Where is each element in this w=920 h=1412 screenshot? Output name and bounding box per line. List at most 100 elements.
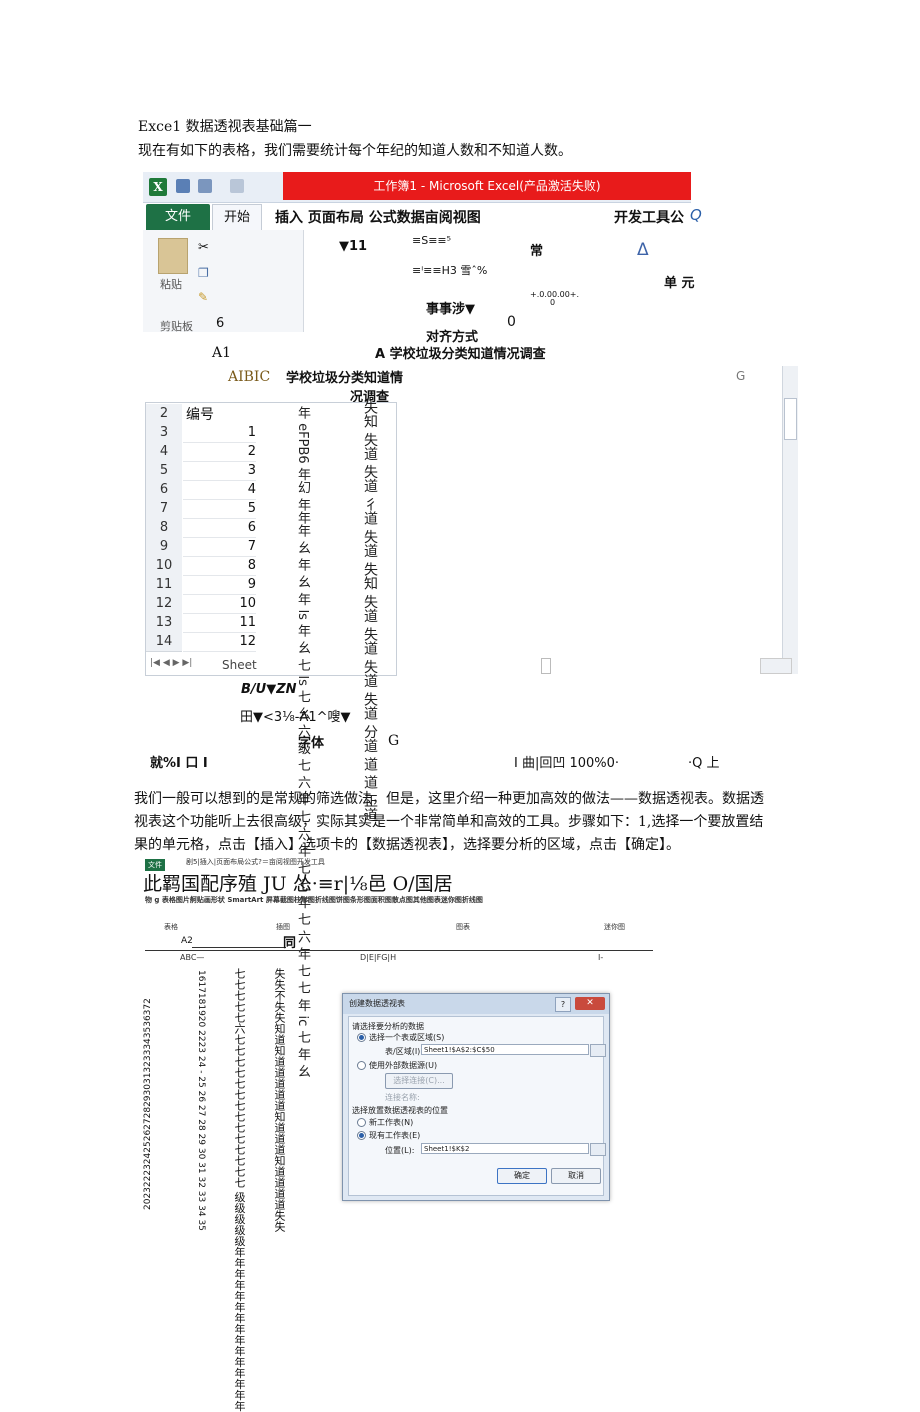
insert-ribbon-icons[interactable]: 此羁国配序殖 JU 怂·≡r|⅛邑 O/国居 (143, 869, 453, 896)
location-picker-icon[interactable] (590, 1143, 606, 1156)
row-header[interactable]: 3 (146, 423, 182, 443)
number-format-label[interactable]: 常 (530, 240, 543, 259)
sheet-title-cell: 学校垃圾分类知道情 (286, 371, 404, 386)
formula-bar[interactable]: A 学校垃圾分类知道情况调查 (375, 343, 546, 362)
name-box[interactable]: A1 (212, 343, 231, 363)
radio-select-range[interactable] (357, 1033, 366, 1042)
row-header[interactable]: 7 (146, 499, 182, 519)
font-group-g: G (388, 733, 400, 749)
range-picker-icon[interactable] (590, 1044, 606, 1057)
number-cell[interactable]: 7 (183, 537, 256, 557)
border-fill-buttons[interactable]: 田▼<3⅛-A1^嗖▼ (240, 706, 351, 725)
radio-existing-sheet[interactable] (357, 1131, 366, 1140)
format-painter-icon[interactable]: ✎ (198, 290, 208, 304)
grade-column-text: 年 eFPB6 年幻 年年年 幺 年 幺 年 ls 年 幺 七 ls 七 幺 六… (295, 406, 310, 1078)
row-header[interactable]: 5 (146, 461, 182, 481)
help-icon[interactable]: Q (690, 206, 702, 224)
divider-line (145, 950, 653, 951)
ok-button[interactable]: 确定 (497, 1168, 547, 1184)
formula-bar-2[interactable]: 同 (283, 932, 296, 951)
number-cell[interactable]: 12 (183, 632, 256, 652)
font-group-label: 字体 (298, 736, 325, 751)
radio-external-source-label[interactable]: 使用外部数据源(U) (369, 1060, 437, 1071)
ribbon-tabs-2[interactable]: 剧5|插入|页面布局公式?＝亩阅视图开发工具 (186, 857, 325, 867)
font-style-buttons[interactable]: B/U▼ZN (241, 682, 297, 697)
row-header[interactable]: 4 (146, 442, 182, 462)
col-headers-right: I- (598, 953, 604, 962)
choose-connection-button[interactable]: 选择连接(C)... (385, 1073, 453, 1089)
number-cell[interactable]: 2 (183, 442, 256, 462)
radio-existing-sheet-label[interactable]: 现有工作表(E) (369, 1130, 420, 1141)
number-cell[interactable]: 5 (183, 499, 256, 519)
section-data-label: 请选择要分析的数据 (352, 1022, 424, 1031)
help-button[interactable]: ? (555, 997, 571, 1012)
tab-home[interactable]: 开始 (212, 204, 262, 231)
decimal-sub: 0 (550, 298, 556, 307)
radio-select-range-label[interactable]: 选择一个表或区域(S) (369, 1032, 444, 1043)
number-cell[interactable]: 6 (183, 518, 256, 538)
location-input[interactable]: Sheet1!$K$2 (421, 1143, 589, 1154)
font-size-box[interactable]: ▼11 (339, 239, 367, 254)
dialog-body: 请选择要分析的数据 选择一个表或区域(S) 表/区域(I): Sheet1!$A… (348, 1016, 606, 1196)
copy-icon[interactable]: ❐ (198, 266, 209, 280)
tab-developer[interactable]: 开发工具公 (614, 207, 684, 227)
number-cell[interactable]: 9 (183, 575, 256, 595)
undo-icon[interactable] (198, 179, 212, 193)
row-header[interactable]: 14 (146, 632, 182, 652)
wrap-merge-buttons[interactable]: 事事涉▼ (426, 298, 475, 317)
number-cell[interactable]: 10 (183, 594, 256, 614)
row-header[interactable]: 10 (146, 556, 182, 576)
tab-file[interactable]: 文件 (146, 204, 210, 230)
paste-icon[interactable] (158, 238, 188, 274)
row-header[interactable]: 13 (146, 613, 182, 633)
paste-label[interactable]: 粘贴 (160, 276, 182, 292)
close-button[interactable]: ✕ (575, 997, 605, 1010)
window-title: 工作簿1 - Microsoft Excel(产品激活失败) (283, 172, 691, 200)
section-location-label: 选择放置数据透视表的位置 (352, 1106, 448, 1115)
col-headers-mid: D|E|FG|H (360, 953, 397, 962)
number-cell[interactable]: 8 (183, 556, 256, 576)
range-input[interactable]: Sheet1!$A$2:$C$50 (421, 1044, 589, 1055)
number-cell[interactable]: 4 (183, 480, 256, 500)
connection-name-label: 连接名称: (385, 1093, 420, 1102)
hscroll-left[interactable] (541, 658, 551, 674)
name-box-2[interactable]: A2 (181, 936, 193, 946)
align-row-2[interactable]: ≡ⁱ≡≡H3 雪ˆ% (412, 262, 487, 278)
location-label: 位置(L): (385, 1146, 415, 1155)
range-label: 表/区域(I): (385, 1047, 423, 1056)
styles-icon[interactable]: Δ (637, 240, 649, 260)
status-bar-left: 就%I 口 I (150, 756, 208, 771)
sheet-nav-icons[interactable]: |◀ ◀ ▶ ▶| (150, 658, 192, 668)
cut-icon[interactable]: ✂ (198, 240, 209, 255)
cancel-button[interactable]: 取消 (551, 1168, 601, 1184)
doc-title: Exce1 数据透视表基础篇一 (138, 119, 312, 135)
row-header[interactable]: 8 (146, 518, 182, 538)
number-cell[interactable]: 11 (183, 613, 256, 633)
group-table-label: 表格 (164, 923, 178, 931)
excel-app-icon: X (149, 178, 167, 196)
hscroll-right[interactable] (760, 658, 792, 674)
radio-new-sheet[interactable] (357, 1118, 366, 1127)
group-charts-label: 图表 (456, 923, 470, 931)
doc-paragraph: 我们一般可以想到的是常规的筛选做法，但是，这里介绍一种更加高效的做法——数据透视… (134, 791, 764, 853)
redo-icon[interactable] (230, 179, 244, 193)
ribbon-zero: 0 (507, 314, 516, 330)
col-headers-left: ABC— (180, 953, 205, 962)
align-row-1[interactable]: ≡S≡≡⁵ (412, 234, 451, 247)
row-header[interactable]: 11 (146, 575, 182, 595)
row-numbers: 1617181920 2223 24 - 25 26 27 28 29 30 3… (196, 970, 206, 1231)
row-header[interactable]: 12 (146, 594, 182, 614)
row-header[interactable]: 9 (146, 537, 182, 557)
ribbon-tabs[interactable]: 插入 页面布局 公式数据亩阅视图 (275, 207, 481, 227)
row-header[interactable]: 2 (146, 404, 182, 424)
sheet-tab[interactable]: Sheet (222, 658, 257, 672)
radio-external-source[interactable] (357, 1061, 366, 1070)
scroll-thumb[interactable] (784, 398, 797, 440)
number-cell[interactable]: 1 (183, 423, 256, 443)
save-icon[interactable] (176, 179, 190, 193)
zoom-controls[interactable]: I 曲|回凹 100%0· (514, 752, 619, 771)
row-header[interactable]: 6 (146, 480, 182, 500)
zoom-slider-right[interactable]: ·Q 上 (688, 752, 720, 771)
number-cell[interactable]: 3 (183, 461, 256, 481)
radio-new-sheet-label[interactable]: 新工作表(N) (369, 1117, 413, 1128)
